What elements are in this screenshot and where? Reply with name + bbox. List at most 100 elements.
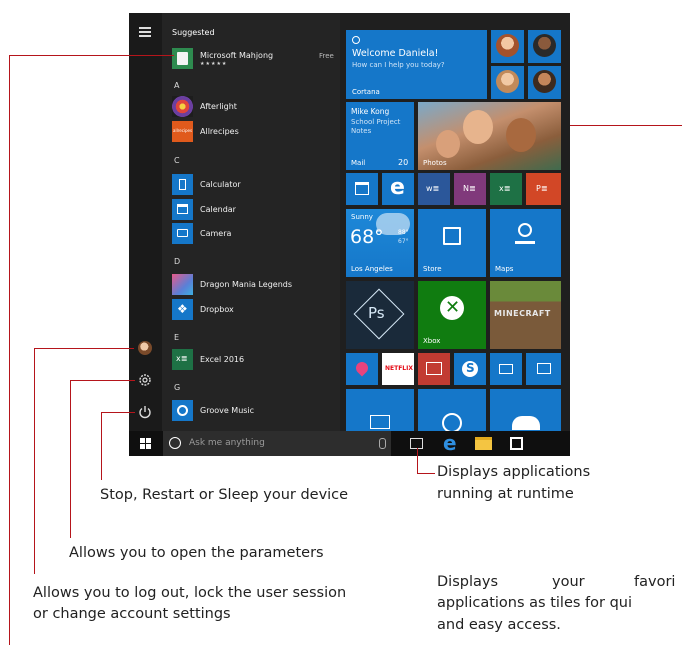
list-item-suggested-app[interactable]: Microsoft Mahjong ★★★★★ Free: [172, 48, 334, 70]
user-avatar[interactable]: [138, 341, 152, 355]
price-badge: Free: [319, 52, 334, 60]
list-item-dragon-mania[interactable]: Dragon Mania Legends: [172, 274, 332, 296]
cortana-tile[interactable]: Welcome Daniela! How can I help you toda…: [346, 30, 487, 99]
weather-city: Los Angeles: [351, 265, 393, 273]
power-icon[interactable]: [137, 404, 153, 420]
store-label: Store: [423, 265, 442, 273]
list-item-calendar[interactable]: Calendar: [172, 199, 332, 221]
cortana-ring-icon: [352, 36, 360, 44]
callout-line-user-vertical: [34, 348, 35, 574]
suggested-heading: Suggested: [172, 28, 215, 37]
caption-user-line2: or change account settings: [33, 606, 231, 622]
cortana-search-icon: [169, 437, 181, 449]
contact-tile-3[interactable]: [491, 66, 524, 99]
camera-icon: [172, 223, 193, 244]
list-item-allrecipes[interactable]: allrecipes Allrecipes: [172, 121, 332, 143]
list-item-excel[interactable]: x≣ Excel 2016: [172, 349, 332, 371]
maps-base-icon: [515, 241, 535, 244]
skype-small-tile[interactable]: S: [454, 353, 486, 385]
minecraft-label: MINECRAFT: [494, 309, 551, 318]
app-label: Excel 2016: [200, 355, 245, 364]
photoshop-tile[interactable]: Ps: [346, 281, 414, 349]
caption-tiles-word2: your: [552, 574, 585, 590]
contact-tile-1[interactable]: [491, 30, 524, 63]
store-taskbar-icon[interactable]: [510, 437, 523, 450]
mail-sender: Mike Kong: [351, 107, 390, 116]
group-letter[interactable]: G: [174, 383, 180, 392]
start-rail: [129, 13, 162, 431]
group-letter[interactable]: E: [174, 333, 179, 342]
xbox-tile[interactable]: ✕ Xbox: [418, 281, 486, 349]
app-label: Afterlight: [200, 102, 237, 111]
dragon-mania-icon: [172, 274, 193, 295]
weather-unit: F: [376, 229, 380, 236]
netflix-label: NETFLIX: [385, 365, 413, 372]
picsart-small-tile[interactable]: [346, 353, 378, 385]
onedrive-tile[interactable]: [490, 389, 561, 431]
contact-tile-2[interactable]: [528, 30, 561, 63]
list-item-calculator[interactable]: Calculator: [172, 174, 332, 196]
contact-tile-4[interactable]: [528, 66, 561, 99]
calendar-icon: [172, 199, 193, 220]
caption-user-line1: Allows you to log out, lock the user ses…: [33, 585, 347, 601]
minecraft-tile[interactable]: MINECRAFT: [490, 281, 561, 349]
photo-face-1: [463, 110, 493, 144]
camera-tile[interactable]: [346, 389, 414, 431]
file-explorer-icon[interactable]: [475, 437, 492, 450]
callout-line-power-vertical: [101, 412, 102, 480]
search-input[interactable]: Ask me anything: [189, 438, 265, 448]
excel-icon: x≣: [499, 184, 511, 193]
movies-small-tile[interactable]: [490, 353, 522, 385]
windows-start-icon[interactable]: [140, 438, 151, 449]
microphone-icon[interactable]: [379, 438, 386, 449]
onenote-small-tile[interactable]: N≣: [454, 173, 486, 205]
allrecipes-icon-text: allrecipes: [173, 128, 193, 133]
settings-gear-icon[interactable]: [137, 372, 153, 388]
app-label: Allrecipes: [200, 127, 239, 136]
group-letter[interactable]: D: [174, 257, 180, 266]
app-label: Calculator: [200, 180, 241, 189]
group-letter[interactable]: A: [174, 81, 179, 90]
maps-label: Maps: [495, 265, 514, 273]
list-item-dropbox[interactable]: ❖ Dropbox: [172, 299, 332, 321]
callout-line-taskview-horizontal: [417, 473, 435, 474]
mahjong-icon: [172, 48, 193, 69]
calendar-small-tile[interactable]: [346, 173, 378, 205]
connect-small-tile[interactable]: [526, 353, 561, 385]
mail-tile[interactable]: Mike Kong School Project Notes Mail 20: [346, 102, 414, 170]
edge-taskbar-icon[interactable]: e: [443, 431, 457, 455]
list-item-groove[interactable]: Groove Music: [172, 400, 332, 422]
list-item-camera[interactable]: Camera: [172, 223, 332, 245]
hamburger-menu-icon[interactable]: [139, 27, 151, 37]
powerpoint-small-tile[interactable]: P≣: [526, 173, 561, 205]
app-label: Calendar: [200, 205, 236, 214]
maps-tile[interactable]: Maps: [490, 209, 561, 277]
taskbar: Ask me anything e: [129, 431, 570, 456]
caption-tiles-word3: favori: [634, 574, 676, 590]
cortana-greeting: Welcome Daniela!: [352, 48, 439, 59]
photos-tile[interactable]: Photos: [418, 102, 561, 170]
excel-small-tile[interactable]: x≣: [490, 173, 522, 205]
netflix-small-tile[interactable]: NETFLIX: [382, 353, 414, 385]
edge-small-tile[interactable]: e: [382, 173, 414, 205]
news-small-tile[interactable]: [418, 353, 450, 385]
store-tile[interactable]: Store: [418, 209, 486, 277]
weather-tile[interactable]: Sunny 68° F 88° 67° Los Angeles: [346, 209, 414, 277]
edge-icon: e: [390, 175, 405, 200]
onenote-icon: N≣: [463, 184, 476, 193]
list-item-afterlight[interactable]: Afterlight: [172, 96, 332, 118]
groove-tile[interactable]: [418, 389, 486, 431]
tiles-area: Welcome Daniela! How can I help you toda…: [343, 28, 563, 431]
dropbox-icon: ❖: [172, 299, 193, 320]
word-small-tile[interactable]: w≣: [418, 173, 450, 205]
callout-line-user-horizontal: [34, 348, 134, 349]
mail-label: Mail: [351, 159, 366, 167]
afterlight-icon: [172, 96, 193, 117]
caption-power: Stop, Restart or Sleep your device: [100, 487, 349, 503]
search-box[interactable]: Ask me anything: [163, 431, 391, 456]
callout-line-settings-vertical: [70, 380, 71, 538]
app-label: Dropbox: [200, 305, 234, 314]
group-letter[interactable]: C: [174, 156, 180, 165]
start-menu: Suggested Microsoft Mahjong ★★★★★ Free A…: [129, 13, 570, 456]
maps-pin-icon: [518, 223, 532, 237]
